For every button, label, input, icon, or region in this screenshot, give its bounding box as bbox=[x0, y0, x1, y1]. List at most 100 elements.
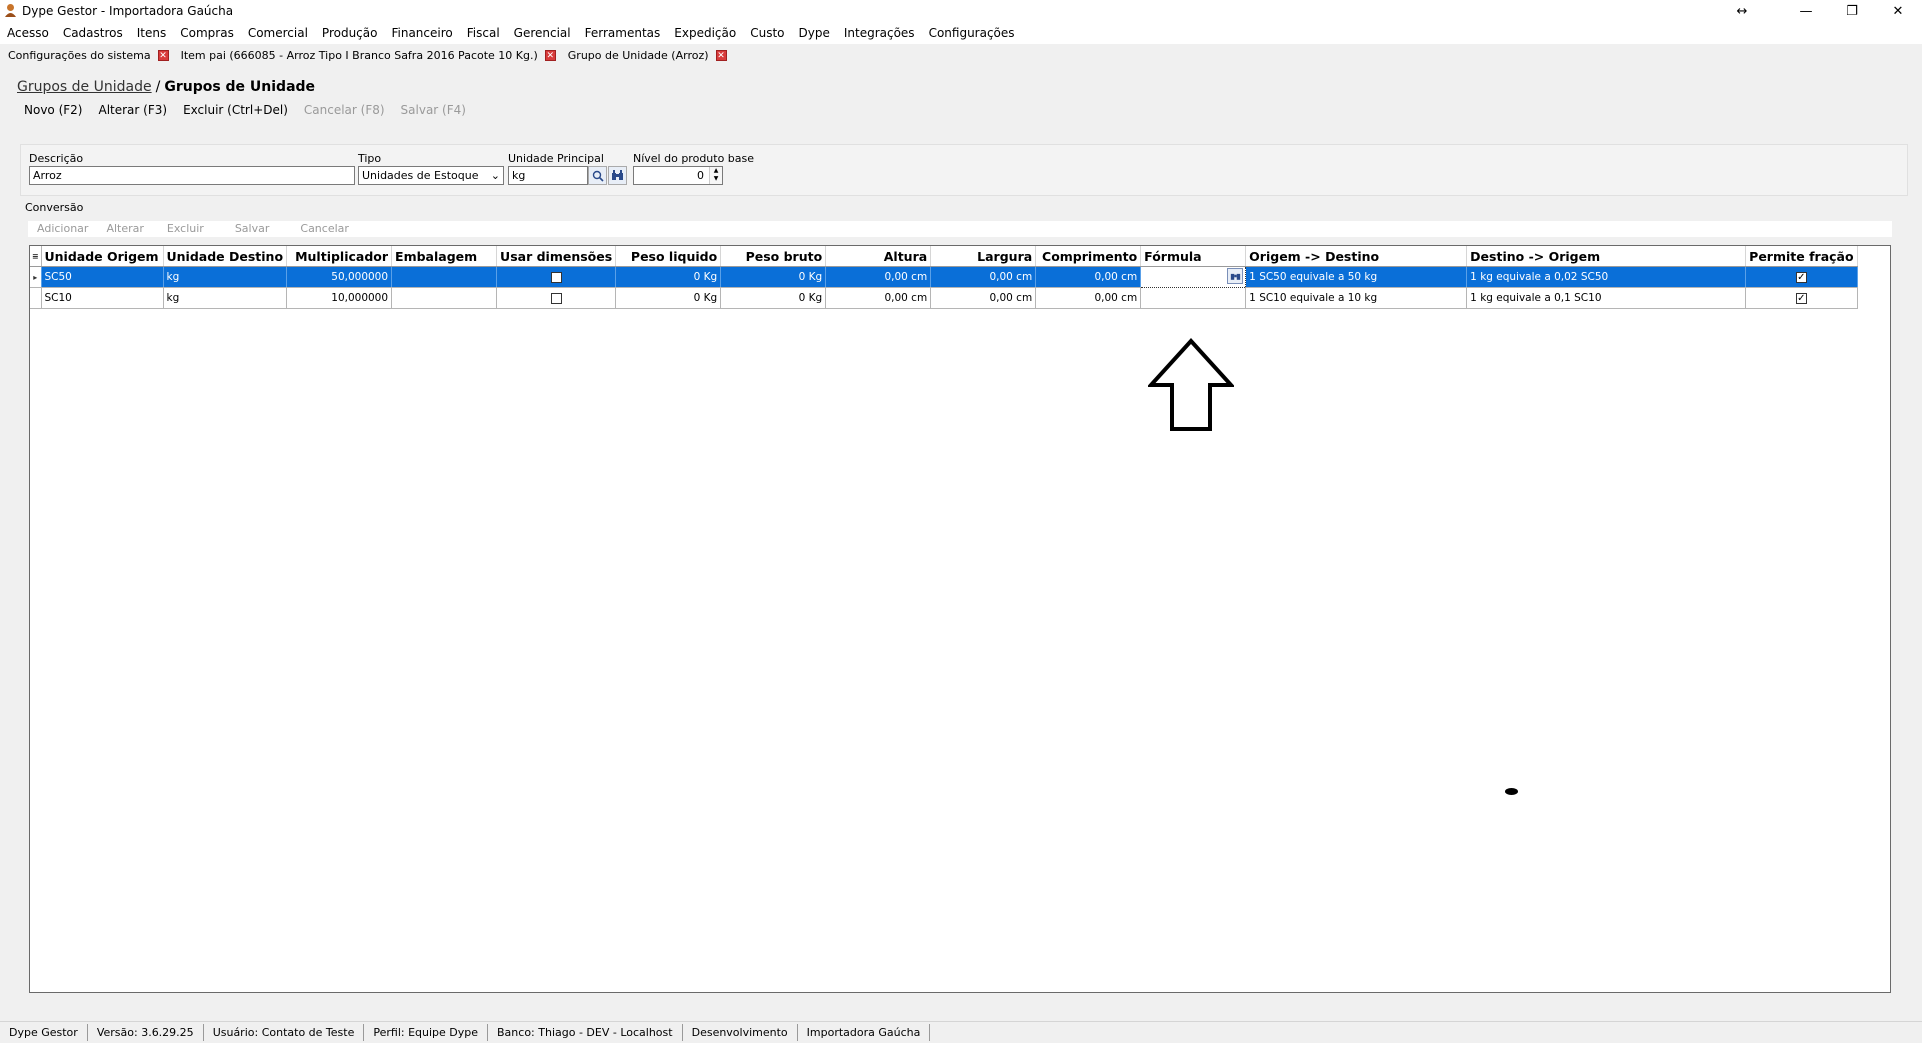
cell-usar-dimensoes[interactable] bbox=[496, 266, 617, 288]
col-embalagem[interactable]: Embalagem bbox=[391, 246, 498, 267]
excluir-button[interactable]: Excluir (Ctrl+Del) bbox=[175, 103, 296, 117]
cell-comprimento[interactable]: 0,00 cm bbox=[1035, 266, 1142, 288]
menu-integracoes[interactable]: Integrações bbox=[837, 26, 922, 40]
cell-formula[interactable] bbox=[1140, 287, 1247, 309]
minimize-button[interactable]: — bbox=[1783, 0, 1829, 22]
usar-dimensoes-checkbox[interactable] bbox=[550, 271, 562, 283]
stepper-arrows[interactable]: ▲ ▼ bbox=[709, 167, 722, 184]
cell-peso-liquido[interactable]: 0 Kg bbox=[615, 287, 722, 309]
cancelar-button[interactable]: Cancelar (F8) bbox=[296, 103, 393, 117]
menu-compras[interactable]: Compras bbox=[173, 26, 241, 40]
resize-icon[interactable]: ↔ bbox=[1719, 0, 1765, 22]
cell-unidade-destino[interactable]: kg bbox=[163, 266, 288, 288]
menu-configuracoes[interactable]: Configurações bbox=[922, 26, 1022, 40]
tab-label: Configurações do sistema bbox=[8, 48, 151, 62]
col-destino-origem[interactable]: Destino -> Origem bbox=[1466, 246, 1747, 267]
tab-item-pai[interactable]: Item pai (666085 - Arroz Tipo I Branco S… bbox=[173, 45, 560, 65]
menu-ferramentas[interactable]: Ferramentas bbox=[578, 26, 668, 40]
cell-usar-dimensoes[interactable] bbox=[496, 287, 617, 309]
tipo-select[interactable]: Unidades de Estoque ⌄ bbox=[358, 166, 504, 185]
unidade-principal-field[interactable]: kg bbox=[508, 166, 588, 185]
app-logo-icon bbox=[5, 4, 16, 17]
cell-multiplicador[interactable]: 10,000000 bbox=[286, 287, 393, 309]
cell-unidade-origem[interactable]: SC50 bbox=[41, 266, 164, 288]
col-origem-destino[interactable]: Origem -> Destino bbox=[1245, 246, 1468, 267]
excluir-conversao-button[interactable]: Excluir bbox=[153, 221, 213, 237]
cell-destino-origem[interactable]: 1 kg equivale a 0,02 SC50 bbox=[1466, 266, 1747, 288]
col-peso-bruto[interactable]: Peso bruto bbox=[720, 246, 827, 267]
cell-permite-fracao[interactable]: ✓ bbox=[1745, 266, 1858, 288]
breadcrumb: Grupos de Unidade / Grupos de Unidade bbox=[17, 79, 315, 95]
tab-grupo-de-unidade[interactable]: Grupo de Unidade (Arroz) ✕ bbox=[559, 45, 731, 65]
cell-embalagem[interactable] bbox=[391, 287, 498, 309]
usar-dimensoes-checkbox[interactable] bbox=[550, 292, 562, 304]
menu-financeiro[interactable]: Financeiro bbox=[384, 26, 459, 40]
stepper-up-icon[interactable]: ▲ bbox=[710, 167, 722, 175]
close-icon[interactable]: ✕ bbox=[157, 49, 169, 61]
binoculars-icon[interactable] bbox=[1227, 268, 1244, 284]
col-unidade-destino[interactable]: Unidade Destino bbox=[163, 246, 288, 267]
cell-comprimento[interactable]: 0,00 cm bbox=[1035, 287, 1142, 309]
menu-custo[interactable]: Custo bbox=[743, 26, 791, 40]
table-row[interactable]: SC10 kg 10,000000 0 Kg 0 Kg 0,00 cm 0,00… bbox=[30, 287, 1858, 309]
cell-destino-origem[interactable]: 1 kg equivale a 0,1 SC10 bbox=[1466, 287, 1747, 309]
current-row-indicator-icon: ▸ bbox=[30, 266, 42, 288]
cell-peso-bruto[interactable]: 0 Kg bbox=[720, 287, 827, 309]
tab-label: Grupo de Unidade (Arroz) bbox=[567, 48, 709, 62]
permite-fracao-checkbox[interactable]: ✓ bbox=[1795, 292, 1807, 304]
cell-multiplicador[interactable]: 50,000000 bbox=[286, 266, 393, 288]
cell-unidade-origem[interactable]: SC10 bbox=[41, 287, 164, 309]
grid-menu-icon[interactable]: ≡ bbox=[30, 246, 42, 267]
cell-peso-bruto[interactable]: 0 Kg bbox=[720, 266, 827, 288]
menu-expedicao[interactable]: Expedição bbox=[667, 26, 743, 40]
col-unidade-origem[interactable]: Unidade Origem bbox=[41, 246, 164, 267]
menu-gerencial[interactable]: Gerencial bbox=[507, 26, 578, 40]
adicionar-button[interactable]: Adicionar bbox=[28, 221, 97, 237]
close-icon[interactable]: ✕ bbox=[544, 49, 556, 61]
alterar-conversao-button[interactable]: Alterar bbox=[97, 221, 152, 237]
col-multiplicador[interactable]: Multiplicador bbox=[286, 246, 393, 267]
cancelar-conversao-button[interactable]: Cancelar bbox=[278, 221, 358, 237]
col-altura[interactable]: Altura bbox=[825, 246, 932, 267]
menu-itens[interactable]: Itens bbox=[130, 26, 173, 40]
col-permite-fracao[interactable]: Permite fração bbox=[1745, 246, 1858, 267]
cell-formula-editor[interactable] bbox=[1140, 266, 1247, 288]
menu-dype[interactable]: Dype bbox=[792, 26, 837, 40]
menu-acesso[interactable]: Acesso bbox=[0, 26, 56, 40]
close-icon[interactable]: ✕ bbox=[715, 49, 727, 61]
cell-permite-fracao[interactable]: ✓ bbox=[1745, 287, 1858, 309]
salvar-conversao-button[interactable]: Salvar bbox=[213, 221, 279, 237]
stepper-down-icon[interactable]: ▼ bbox=[710, 175, 722, 183]
cell-largura[interactable]: 0,00 cm bbox=[930, 266, 1037, 288]
novo-button[interactable]: Novo (F2) bbox=[16, 103, 90, 117]
descricao-field[interactable]: Arroz bbox=[29, 166, 355, 185]
col-largura[interactable]: Largura bbox=[930, 246, 1037, 267]
restore-button[interactable]: ❐ bbox=[1829, 0, 1875, 22]
col-usar-dimensoes[interactable]: Usar dimensões bbox=[496, 246, 617, 267]
menu-fiscal[interactable]: Fiscal bbox=[460, 26, 507, 40]
permite-fracao-checkbox[interactable]: ✓ bbox=[1795, 271, 1807, 283]
table-row[interactable]: ▸ SC50 kg 50,000000 0 Kg 0 Kg 0,00 cm 0,… bbox=[30, 266, 1858, 288]
cell-unidade-destino[interactable]: kg bbox=[163, 287, 288, 309]
col-comprimento[interactable]: Comprimento bbox=[1035, 246, 1142, 267]
cell-origem-destino[interactable]: 1 SC50 equivale a 50 kg bbox=[1245, 266, 1468, 288]
cell-origem-destino[interactable]: 1 SC10 equivale a 10 kg bbox=[1245, 287, 1468, 309]
search-icon[interactable] bbox=[588, 166, 607, 185]
col-formula[interactable]: Fórmula bbox=[1140, 246, 1247, 267]
col-peso-liquido[interactable]: Peso liquido bbox=[615, 246, 722, 267]
cell-peso-liquido[interactable]: 0 Kg bbox=[615, 266, 722, 288]
breadcrumb-link[interactable]: Grupos de Unidade bbox=[17, 79, 152, 95]
menu-cadastros[interactable]: Cadastros bbox=[56, 26, 130, 40]
menu-comercial[interactable]: Comercial bbox=[241, 26, 315, 40]
cell-embalagem[interactable] bbox=[391, 266, 498, 288]
tab-configuracoes-sistema[interactable]: Configurações do sistema ✕ bbox=[0, 45, 173, 65]
conversion-grid[interactable]: ≡ Unidade Origem Unidade Destino Multipl… bbox=[29, 245, 1891, 993]
alterar-button[interactable]: Alterar (F3) bbox=[90, 103, 175, 117]
cell-altura[interactable]: 0,00 cm bbox=[825, 287, 932, 309]
close-window-button[interactable]: ✕ bbox=[1875, 0, 1921, 22]
salvar-button[interactable]: Salvar (F4) bbox=[393, 103, 474, 117]
cell-largura[interactable]: 0,00 cm bbox=[930, 287, 1037, 309]
menu-producao[interactable]: Produção bbox=[315, 26, 385, 40]
binoculars-icon[interactable] bbox=[608, 166, 627, 185]
cell-altura[interactable]: 0,00 cm bbox=[825, 266, 932, 288]
